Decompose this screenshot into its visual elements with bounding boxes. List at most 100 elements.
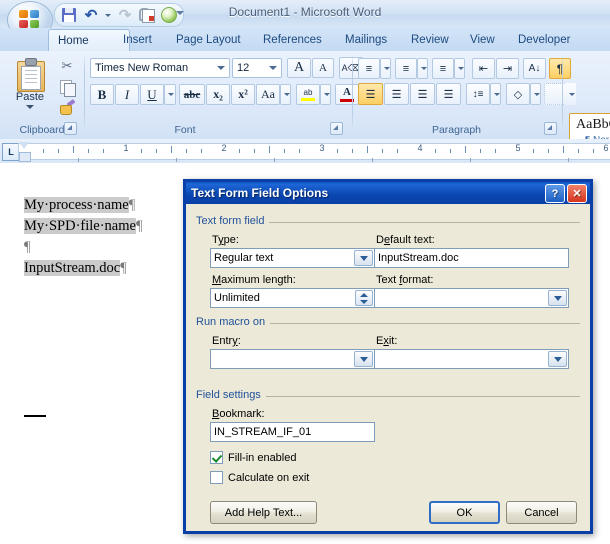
chevron-down-icon (553, 295, 562, 301)
dialog-title-text: Text Form Field Options (191, 186, 329, 200)
font-name-value: Times New Roman (95, 62, 189, 74)
tab-mailings[interactable]: Mailings (336, 30, 396, 51)
type-dropdown-button[interactable] (354, 250, 373, 266)
bullets-dropdown-button[interactable] (380, 58, 391, 79)
text-format-combo[interactable] (374, 288, 569, 308)
bookmark-input[interactable]: IN_STREAM_IF_01 (210, 422, 375, 442)
clipboard-dialog-launcher[interactable] (64, 122, 77, 135)
calculate-on-exit-row[interactable]: Calculate on exit (210, 471, 309, 484)
text-highlight-button[interactable]: ab (296, 84, 320, 105)
align-right-button[interactable]: ☰ (410, 83, 435, 105)
dialog-title-bar[interactable]: Text Form Field Options ? ✕ (186, 182, 590, 204)
bookmark-label: Bookmark: (212, 408, 265, 420)
paste-label: Paste (15, 91, 45, 103)
horizontal-ruler[interactable]: L 1 2 3 4 5 6 (0, 139, 610, 164)
help-button[interactable]: ? (545, 184, 565, 203)
grow-font-button[interactable]: A (287, 58, 311, 78)
calculate-on-exit-checkbox[interactable] (210, 471, 223, 484)
superscript-button[interactable]: x² (231, 84, 255, 105)
multilevel-list-button[interactable]: ≡ (432, 58, 454, 79)
cut-button[interactable]: ✂ (56, 56, 78, 76)
chevron-down-icon (457, 67, 464, 70)
bold-button[interactable]: B (90, 84, 114, 105)
undo-dropdown-button[interactable] (103, 6, 113, 25)
add-help-text-button[interactable]: Add Help Text... (210, 501, 317, 524)
sort-button[interactable]: A↓ (523, 58, 546, 79)
cancel-button[interactable]: Cancel (506, 501, 577, 524)
left-indent-marker[interactable] (19, 152, 31, 162)
exit-dropdown-button[interactable] (548, 351, 567, 367)
maximum-length-spin-buttons[interactable] (355, 290, 373, 306)
tab-references[interactable]: References (254, 30, 331, 51)
chevron-down-icon (323, 93, 330, 96)
copy-button[interactable] (56, 77, 78, 97)
bullets-button[interactable]: ≡ (358, 58, 380, 79)
decrease-indent-button[interactable]: ⇤ (472, 58, 495, 79)
tab-developer[interactable]: Developer (509, 30, 579, 51)
maximum-length-value: Unlimited (214, 292, 260, 304)
save-button[interactable] (59, 6, 79, 25)
paragraph-dialog-launcher[interactable] (544, 122, 557, 135)
default-text-input[interactable]: InputStream.doc (374, 248, 569, 268)
align-center-button[interactable]: ☰ (384, 83, 409, 105)
ribbon-group-label-font: Font (174, 124, 196, 136)
change-case-dropdown-button[interactable] (280, 84, 291, 105)
shrink-font-button[interactable]: A (312, 58, 334, 78)
ribbon-tab-strip: Home Insert Page Layout References Maili… (0, 28, 610, 52)
customize-quick-access-icon (176, 11, 184, 15)
text-format-label: Text format: (376, 274, 434, 286)
tab-page-layout[interactable]: Page Layout (167, 30, 250, 51)
font-dialog-launcher[interactable] (330, 122, 343, 135)
fill-in-enabled-checkbox[interactable] (210, 451, 223, 464)
group-title-run-macro-on: Run macro on (196, 316, 271, 328)
print-preview-button[interactable] (137, 6, 157, 25)
fill-in-enabled-row[interactable]: Fill-in enabled (210, 451, 296, 464)
show-formatting-marks-button[interactable]: ¶ (549, 58, 571, 79)
paste-button[interactable]: Paste (8, 56, 52, 118)
maximum-length-spinner[interactable]: Unlimited (210, 288, 375, 308)
tab-insert[interactable]: Insert (114, 30, 161, 51)
redo-button[interactable]: ↷ (115, 6, 135, 25)
font-name-combo[interactable]: Times New Roman (90, 58, 230, 78)
borders-dropdown-button[interactable] (565, 83, 576, 105)
underline-dropdown-button[interactable] (164, 84, 176, 105)
document-line-4: InputStream.doc¶ (24, 260, 127, 277)
tab-view[interactable]: View (461, 30, 504, 51)
align-right-icon: ☰ (417, 88, 428, 101)
line-spacing-button[interactable]: ↕≡ (466, 83, 490, 105)
type-combo[interactable]: Regular text (210, 248, 375, 268)
numbering-button[interactable]: ≡ (395, 58, 417, 79)
highlight-dropdown-button[interactable] (320, 84, 331, 105)
subscript-button[interactable]: x₂ (206, 84, 230, 105)
first-line-indent-marker[interactable] (19, 142, 29, 149)
format-painter-button[interactable] (56, 98, 78, 118)
undo-button[interactable]: ↶ (81, 6, 101, 25)
customize-quick-access-button[interactable] (173, 6, 187, 20)
shading-button[interactable]: ◇ (506, 83, 530, 105)
line-spacing-dropdown-button[interactable] (490, 83, 501, 105)
change-case-button[interactable]: Aa (256, 84, 280, 105)
shading-dropdown-button[interactable] (530, 83, 541, 105)
underline-button[interactable]: U (140, 84, 164, 105)
entry-dropdown-button[interactable] (354, 351, 373, 367)
numbering-dropdown-button[interactable] (417, 58, 428, 79)
style-sample-text: AaBbC (576, 117, 610, 132)
italic-button[interactable]: I (115, 84, 139, 105)
chevron-down-icon (493, 92, 500, 96)
bookmark-value: IN_STREAM_IF_01 (214, 426, 312, 438)
exit-combo[interactable] (374, 349, 569, 369)
close-button[interactable]: ✕ (567, 184, 587, 203)
increase-indent-button[interactable]: ⇥ (496, 58, 519, 79)
ok-label: OK (456, 506, 473, 519)
entry-combo[interactable] (210, 349, 375, 369)
strikethrough-button[interactable]: abc (179, 84, 205, 105)
ok-button[interactable]: OK (429, 501, 500, 524)
line-spacing-icon: ↕≡ (472, 88, 484, 100)
multilevel-dropdown-button[interactable] (454, 58, 465, 79)
justify-button[interactable]: ☰ (436, 83, 461, 105)
align-left-button[interactable]: ☰ (358, 83, 383, 105)
tab-review[interactable]: Review (402, 30, 458, 51)
font-size-combo[interactable]: 12 (232, 58, 282, 78)
text-format-dropdown-button[interactable] (548, 290, 567, 306)
ruler-track (18, 143, 610, 160)
